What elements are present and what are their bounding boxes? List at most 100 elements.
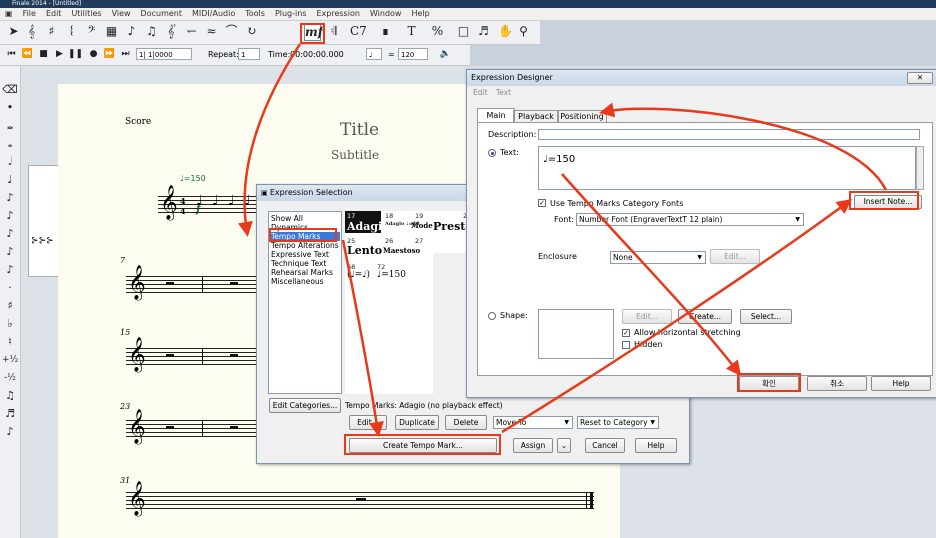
note-entry-icon[interactable]: ♪ — [124, 24, 139, 39]
cancel-button[interactable]: Cancel — [585, 438, 625, 453]
cell-17-text[interactable]: Adagio — [347, 220, 390, 233]
expression-text-editor[interactable]: ♩=150 — [538, 146, 916, 190]
play-icon[interactable]: ▶ — [52, 47, 67, 62]
time-signature-icon[interactable]: 𝄔 — [64, 24, 79, 39]
cell-26-text[interactable]: Maestoso — [383, 246, 420, 255]
hidden-checkbox[interactable] — [622, 341, 630, 349]
resize-icon[interactable]: % — [430, 24, 445, 39]
cell-68-text[interactable]: (♩=♩) — [347, 270, 370, 280]
menu-file[interactable]: File — [18, 8, 41, 20]
arrow-select-icon[interactable]: ➤ — [6, 24, 21, 39]
menu-midi-audio[interactable]: MIDI/Audio — [187, 8, 240, 20]
sharp-icon[interactable]: ♯ — [2, 298, 18, 314]
fast-forward-icon[interactable]: ⏩ — [102, 47, 117, 62]
tie-icon[interactable]: • — [2, 100, 18, 116]
lyrics-icon[interactable]: ∎ — [378, 24, 393, 39]
rewind-icon[interactable]: ⏪ — [20, 47, 35, 62]
measure-counter-field[interactable]: 1| 1|0000 — [136, 48, 192, 60]
staff-system-1[interactable]: 𝄞 44 ♩ ♩ ♩ ♩ — [158, 188, 258, 218]
tie-notes-icon[interactable]: ♫ — [2, 388, 18, 404]
sixteenth-note-icon[interactable]: ♪ — [2, 208, 18, 224]
key-signature-icon[interactable]: ♯ — [44, 24, 59, 39]
use-category-fonts-checkbox[interactable]: ✓ — [538, 199, 546, 207]
edit-categories-button[interactable]: Edit Categories... — [269, 398, 341, 413]
eraser-icon[interactable]: ⌫ — [2, 82, 18, 98]
zoom-icon[interactable]: ⚲ — [516, 24, 531, 39]
one-twenty-eighth-note-icon[interactable]: ♪ — [2, 262, 18, 278]
staff-system-5[interactable]: 𝄞 — [126, 484, 594, 514]
category-expressive-text[interactable]: Expressive Text — [271, 250, 329, 259]
half-note-icon[interactable]: 𝅗𝅥 — [2, 154, 18, 170]
designer-help-button[interactable]: Help — [871, 376, 931, 391]
shape-select-button[interactable]: Select... — [740, 309, 792, 324]
category-miscellaneous[interactable]: Miscellaneous — [271, 277, 324, 286]
hand-grabber-icon[interactable]: ✋ — [498, 24, 513, 39]
forward-end-icon[interactable]: ⏭ — [118, 47, 133, 62]
rewind-start-icon[interactable]: ⏮ — [4, 47, 19, 62]
shape-edit-button[interactable]: Edit... — [622, 309, 672, 324]
grace-note-icon[interactable]: ♪ — [2, 424, 18, 440]
record-icon[interactable]: ● — [86, 47, 101, 62]
tempo-field[interactable]: 120 — [398, 48, 428, 60]
category-tempo-alterations[interactable]: Tempo Alterations — [271, 241, 339, 250]
pause-icon[interactable]: ❚❚ — [68, 47, 83, 62]
clef-icon[interactable]: 𝄢 — [84, 24, 99, 39]
designer-cancel-button[interactable]: 취소 — [807, 376, 867, 391]
stop-icon[interactable]: ■ — [36, 47, 51, 62]
eighth-note-icon[interactable]: ♪ — [2, 190, 18, 206]
enclosure-edit-button[interactable]: Edit... — [710, 249, 760, 264]
chord-icon[interactable]: C7 — [350, 24, 367, 39]
thirty-second-note-icon[interactable]: ♪ — [2, 226, 18, 242]
quarter-note-icon[interactable]: ♩ — [2, 172, 18, 188]
staff-system-2[interactable]: 𝄞 — [126, 268, 256, 298]
help-button[interactable]: Help — [635, 438, 677, 453]
delete-button[interactable]: Delete — [445, 415, 487, 430]
menu-window[interactable]: Window — [365, 8, 407, 20]
move-to-dropdown[interactable]: Move To ▼ — [493, 416, 573, 429]
enclosure-dropdown[interactable]: None ▼ — [610, 251, 706, 264]
tempo-mark-on-score[interactable]: ♩=150 — [180, 174, 206, 183]
speaker-icon[interactable]: ♬ — [476, 24, 491, 39]
duplicate-button[interactable]: Duplicate — [395, 415, 439, 430]
tuplet-notes-icon[interactable]: ♬ — [2, 406, 18, 422]
measure-tool-icon[interactable]: ▦ — [104, 24, 119, 39]
edit-expression-button[interactable]: Edit... — [349, 415, 387, 430]
shape-create-button[interactable]: Create... — [678, 309, 732, 324]
reset-to-category-dropdown[interactable]: Reset to Category ▼ — [577, 416, 659, 429]
repeat-icon[interactable]: ↻ — [244, 24, 259, 39]
score-subtitle[interactable]: Subtitle — [331, 148, 379, 162]
expression-grid[interactable]: 17 Adagio 18 Adagio ♩=48 19 Moderato 25 … — [345, 211, 449, 394]
designer-menu-edit[interactable]: Edit — [473, 88, 488, 97]
double-whole-icon[interactable]: 𝅜 — [2, 118, 18, 134]
cell-25-text[interactable]: Lento — [347, 244, 382, 257]
scroll-arrows-icon[interactable]: ⊱⊱⊱ — [31, 236, 54, 246]
app-menu-icon[interactable]: ▣ — [0, 8, 18, 20]
description-input[interactable] — [538, 129, 920, 140]
repeat-bar-icon[interactable]: 𝄇 — [326, 24, 341, 39]
half-step-down-icon[interactable]: -½ — [2, 370, 18, 386]
category-show-all[interactable]: Show All — [271, 214, 303, 223]
staff-system-4[interactable]: 𝄞 — [126, 412, 256, 442]
flat-icon[interactable]: ♭ — [2, 316, 18, 332]
cell-72-text[interactable]: ♩=150 — [377, 270, 406, 280]
speedy-entry-icon[interactable]: ♫ — [144, 24, 159, 39]
shape-radio[interactable] — [488, 312, 496, 320]
sixty-fourth-note-icon[interactable]: ♪ — [2, 244, 18, 260]
close-icon[interactable]: ✕ — [907, 72, 933, 84]
whole-note-icon[interactable]: 𝅝 — [2, 136, 18, 152]
articulation-icon[interactable]: 𝄟 — [164, 24, 179, 39]
tab-main[interactable]: Main — [477, 108, 515, 123]
designer-menu-text[interactable]: Text — [496, 88, 511, 97]
menu-utilities[interactable]: Utilities — [66, 8, 106, 20]
smart-shape-icon[interactable]: ≈ — [204, 24, 219, 39]
augmentation-dot-icon[interactable]: · — [2, 280, 18, 296]
staff-tool-icon[interactable]: 𝄞 — [24, 24, 39, 39]
natural-icon[interactable]: ♮ — [2, 334, 18, 350]
allow-stretch-checkbox[interactable]: ✓ — [622, 329, 630, 337]
staff-system-3[interactable]: 𝄞 — [126, 340, 256, 370]
expression-grid-overflow[interactable]: Presto 20 — [433, 211, 469, 253]
assign-options-button[interactable]: ⌄ — [557, 438, 571, 453]
menu-document[interactable]: Document — [136, 8, 187, 20]
category-rehearsal-marks[interactable]: Rehearsal Marks — [271, 268, 333, 277]
text-editor-scrollbar[interactable] — [916, 146, 924, 190]
